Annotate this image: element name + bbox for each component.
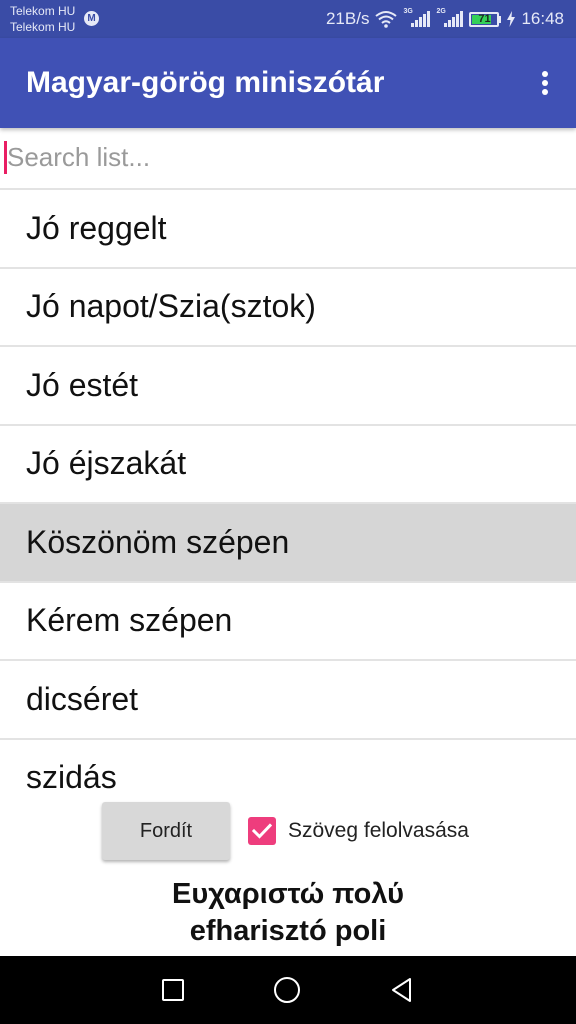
list-item[interactable]: Jó estét — [0, 347, 576, 426]
battery-icon: 71 — [469, 11, 502, 27]
list-item[interactable]: Jó éjszakát — [0, 426, 576, 504]
list-item[interactable]: dicséret — [0, 661, 576, 740]
list-item[interactable]: Kérem szépen — [0, 583, 576, 661]
speak-toggle[interactable]: Szöveg felolvasása — [248, 816, 469, 846]
signal-icon-2: 2G — [436, 8, 464, 27]
carrier-info: Telekom HU Telekom HU — [10, 3, 75, 35]
carrier-badge-icon: M — [84, 11, 99, 26]
sim1-type: 3G — [403, 8, 413, 15]
translation-result: Ευχαριστώ πολύ efharisztó poli — [0, 876, 576, 950]
speak-label: Szöveg felolvasása — [288, 819, 469, 842]
speak-checkbox[interactable] — [248, 817, 276, 845]
translate-button[interactable]: Fordít — [102, 802, 230, 860]
net-speed: 21B/s — [325, 9, 370, 28]
list-item[interactable]: Jó reggelt — [0, 190, 576, 269]
result-transliteration: efharisztó poli — [189, 915, 387, 947]
search-bar — [0, 128, 576, 190]
check-icon — [252, 823, 272, 839]
overflow-menu-icon[interactable] — [536, 68, 554, 98]
result-greek: Ευχαριστώ πολύ — [172, 878, 404, 910]
navigation-bar — [0, 956, 576, 1024]
back-icon[interactable] — [388, 976, 416, 1004]
app-screen: Telekom HU Telekom HU M 21B/s 3G 2G 71 1… — [0, 0, 576, 1024]
recents-icon[interactable] — [160, 977, 186, 1003]
status-indicators: 21B/s 3G 2G 71 16:48 — [326, 0, 564, 38]
list-item[interactable]: szidás — [0, 740, 576, 799]
app-title: Magyar-görög miniszótár — [26, 66, 385, 99]
sim2-type: 2G — [436, 8, 446, 15]
wifi-icon — [375, 11, 398, 28]
list-item[interactable]: Jó napot/Szia(sztok) — [0, 269, 576, 347]
status-bar: Telekom HU Telekom HU M 21B/s 3G 2G 71 1… — [0, 0, 576, 38]
signal-icon: 3G — [403, 8, 431, 27]
search-input[interactable] — [0, 128, 576, 186]
carrier-2: Telekom HU — [10, 20, 76, 34]
list-item-selected[interactable]: Köszönöm szépen — [0, 504, 576, 583]
battery-level: 71 — [478, 12, 491, 25]
phrase-list[interactable]: Jó reggelt Jó napot/Szia(sztok) Jó estét… — [0, 190, 576, 798]
text-cursor — [4, 141, 7, 174]
carrier-1: Telekom HU — [10, 4, 76, 18]
app-bar: Magyar-görög miniszótár — [0, 38, 576, 128]
charging-icon — [507, 11, 516, 27]
home-icon[interactable] — [272, 975, 302, 1005]
clock: 16:48 — [521, 9, 564, 28]
